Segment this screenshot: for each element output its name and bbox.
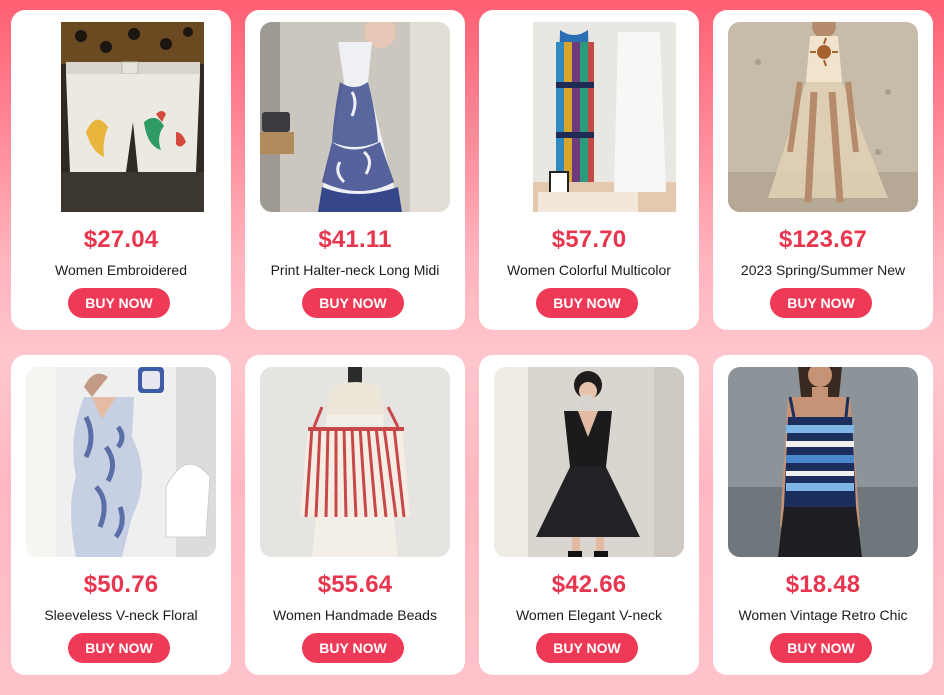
product-title[interactable]: Women Elegant V-neck [485,607,693,623]
product-card[interactable]: $27.04 Women Embroidered BUY NOW [11,10,231,330]
product-price: $42.66 [551,571,627,598]
product-image[interactable] [728,367,918,557]
product-card[interactable]: $50.76 Sleeveless V-neck Floral BUY NOW [11,355,231,675]
product-title[interactable]: Women Colorful Multicolor [485,262,693,278]
product-image[interactable] [26,367,216,557]
product-title[interactable]: Sleeveless V-neck Floral [17,607,225,623]
product-title[interactable]: 2023 Spring/Summer New [719,262,927,278]
buy-now-button[interactable]: BUY NOW [770,288,872,318]
buy-now-button[interactable]: BUY NOW [68,288,170,318]
product-image[interactable] [260,22,450,212]
buy-now-button[interactable]: BUY NOW [536,288,638,318]
product-price: $50.76 [83,571,159,598]
product-image[interactable] [494,22,684,212]
product-card[interactable]: $57.70 Women Colorful Multicolor BUY NOW [479,10,699,330]
product-card[interactable]: $18.48 Women Vintage Retro Chic BUY NOW [713,355,933,675]
product-card[interactable]: $123.67 2023 Spring/Summer New BUY NOW [713,10,933,330]
product-title[interactable]: Women Handmade Beads [251,607,459,623]
product-price: $18.48 [785,571,861,598]
buy-now-button[interactable]: BUY NOW [536,633,638,663]
product-image[interactable] [494,367,684,557]
product-price: $57.70 [551,226,627,253]
buy-now-button[interactable]: BUY NOW [302,633,404,663]
buy-now-button[interactable]: BUY NOW [68,633,170,663]
product-grid: $27.04 Women Embroidered BUY NOW $41.11 … [11,10,933,675]
buy-now-button[interactable]: BUY NOW [302,288,404,318]
product-title[interactable]: Women Embroidered [17,262,225,278]
product-title[interactable]: Print Halter-neck Long Midi [251,262,459,278]
product-price: $27.04 [83,226,159,253]
product-title[interactable]: Women Vintage Retro Chic [719,607,927,623]
buy-now-button[interactable]: BUY NOW [770,633,872,663]
product-card[interactable]: $42.66 Women Elegant V-neck BUY NOW [479,355,699,675]
product-image[interactable] [260,367,450,557]
product-price: $55.64 [317,571,393,598]
product-image[interactable] [26,22,216,212]
product-card[interactable]: $55.64 Women Handmade Beads BUY NOW [245,355,465,675]
product-price: $41.11 [318,226,392,253]
product-image[interactable] [728,22,918,212]
product-price: $123.67 [778,226,868,253]
product-card[interactable]: $41.11 Print Halter-neck Long Midi BUY N… [245,10,465,330]
